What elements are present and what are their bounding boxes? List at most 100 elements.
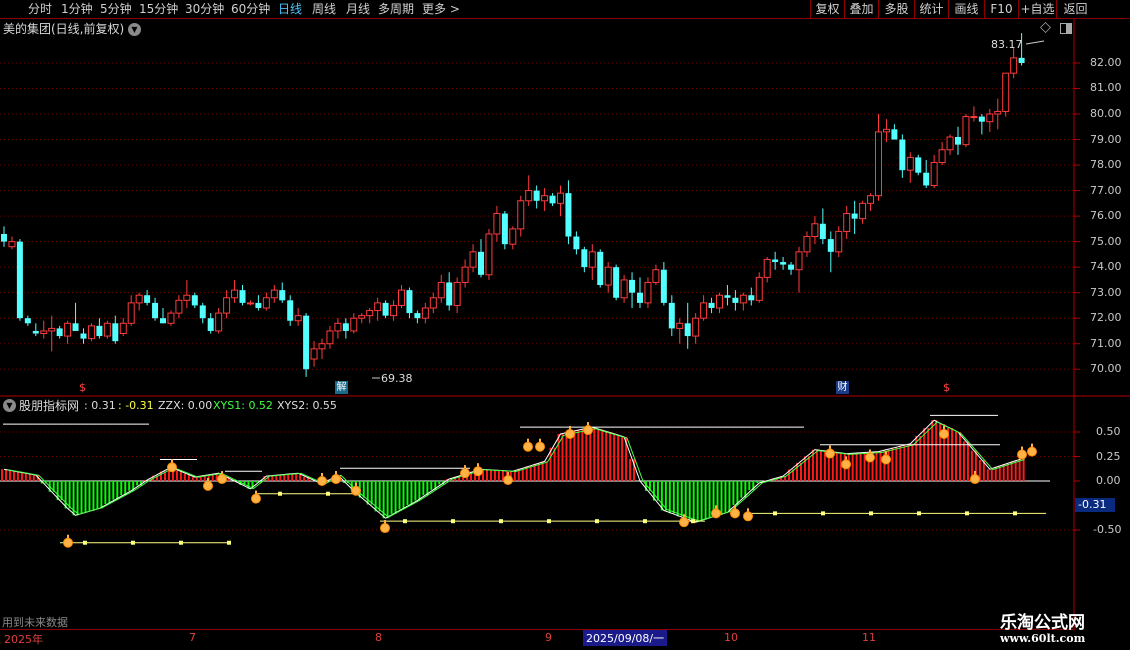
event-marker-jie[interactable]: 解 bbox=[335, 381, 348, 394]
candle-body-up bbox=[421, 307, 429, 319]
candle-body-up bbox=[398, 289, 405, 306]
candle-body-up bbox=[843, 213, 851, 232]
candle-body-down bbox=[891, 129, 898, 140]
indicator-value-2: : -0.31 bbox=[118, 399, 154, 412]
candle-body-up bbox=[350, 317, 358, 332]
hand-signal-icon[interactable] bbox=[380, 520, 390, 534]
level-dot bbox=[965, 511, 969, 516]
candle-body-down bbox=[684, 323, 691, 337]
candle-body-up bbox=[135, 294, 143, 304]
candle-body-up bbox=[906, 156, 914, 171]
hand-signal-icon[interactable] bbox=[865, 449, 875, 463]
price-tick-label: 71.00 bbox=[1090, 336, 1122, 350]
hand-signal-icon[interactable] bbox=[523, 438, 533, 452]
candle-body-up bbox=[986, 113, 994, 123]
price-chart[interactable] bbox=[0, 0, 1130, 650]
level-dot bbox=[773, 511, 777, 516]
candle-body-up bbox=[453, 281, 461, 306]
candle-body-up bbox=[692, 317, 700, 337]
hand-signal-icon[interactable] bbox=[251, 490, 261, 504]
level-dot bbox=[499, 519, 503, 524]
indicator-zzx: ZZX: 0.00 bbox=[158, 399, 213, 412]
hand-signal-icon[interactable] bbox=[565, 425, 575, 439]
candle-body-down bbox=[501, 213, 508, 245]
candle-body-down bbox=[207, 318, 214, 331]
candle-body-up bbox=[938, 149, 946, 164]
candle-body-down bbox=[446, 282, 453, 306]
candle-body-down bbox=[144, 295, 151, 303]
chevron-down-icon[interactable]: ▼ bbox=[3, 399, 16, 412]
hand-signal-icon[interactable] bbox=[63, 534, 73, 548]
candle-body-down bbox=[613, 267, 620, 298]
candle-body-down bbox=[660, 269, 667, 303]
hand-signal-icon[interactable] bbox=[535, 438, 545, 452]
level-dot bbox=[1013, 511, 1017, 516]
event-marker-cai[interactable]: 财 bbox=[836, 381, 849, 394]
candle-body-up bbox=[429, 297, 437, 309]
future-data-note: 用到未来数据 bbox=[2, 616, 68, 629]
candle-body-up bbox=[223, 297, 231, 314]
hand-signal-icon[interactable] bbox=[1027, 443, 1037, 457]
candle-body-down bbox=[191, 295, 198, 306]
candle-body-down bbox=[24, 318, 31, 324]
hand-signal-icon[interactable] bbox=[583, 422, 593, 436]
candle-body-down bbox=[780, 262, 787, 265]
candle-body-up bbox=[437, 281, 445, 299]
candle-body-down bbox=[597, 251, 604, 286]
candle-body-up bbox=[87, 325, 95, 340]
candle-body-up bbox=[1010, 57, 1018, 74]
candle-body-up bbox=[358, 315, 366, 319]
candle-body-down bbox=[851, 213, 858, 219]
hand-signal-icon[interactable] bbox=[167, 459, 177, 473]
event-marker-dollar[interactable]: $ bbox=[943, 381, 950, 394]
event-marker-dollar[interactable]: $ bbox=[79, 381, 86, 394]
candle-body-down bbox=[56, 328, 63, 337]
indicator-tick-label: 0.25 bbox=[1096, 449, 1121, 463]
hand-signal-icon[interactable] bbox=[825, 445, 835, 459]
hand-signal-icon[interactable] bbox=[331, 471, 341, 485]
candle-body-up bbox=[294, 315, 302, 322]
candle-body-up bbox=[231, 289, 239, 299]
hand-signal-icon[interactable] bbox=[460, 465, 470, 479]
date-label: 2025年 bbox=[4, 633, 43, 646]
candle-body-up bbox=[485, 233, 493, 276]
hand-signal-icon[interactable] bbox=[743, 508, 753, 522]
level-dot bbox=[451, 519, 455, 524]
price-tick-label: 80.00 bbox=[1090, 107, 1122, 120]
candle-body-down bbox=[819, 223, 826, 240]
candle-body-down bbox=[827, 239, 834, 252]
hand-signal-icon[interactable] bbox=[1017, 446, 1027, 460]
candle-body-up bbox=[811, 223, 819, 238]
price-tick-label: 72.00 bbox=[1090, 311, 1122, 325]
candle-body-down bbox=[287, 300, 294, 321]
hand-signal-icon[interactable] bbox=[730, 505, 740, 519]
level-dot bbox=[547, 519, 551, 524]
candle-body-down bbox=[342, 323, 349, 331]
hand-signal-icon[interactable] bbox=[317, 473, 327, 486]
indicator-tick-label: 0.00 bbox=[1096, 474, 1121, 487]
candle-body-up bbox=[994, 110, 1002, 115]
candle-body-up bbox=[803, 236, 811, 253]
price-tick-label: 79.00 bbox=[1090, 132, 1122, 146]
candle-body-up bbox=[366, 310, 374, 317]
date-label: 7 bbox=[189, 631, 196, 644]
candle-body-down bbox=[899, 139, 906, 171]
price-tick-label: 82.00 bbox=[1090, 55, 1122, 69]
candle-body-up bbox=[310, 348, 318, 360]
price-tick-label: 73.00 bbox=[1090, 285, 1122, 299]
date-label: 11 bbox=[862, 631, 876, 644]
price-tick-label: 78.00 bbox=[1090, 158, 1122, 172]
indicator-tick-label: 0.50 bbox=[1096, 425, 1121, 438]
candle-body-down bbox=[637, 292, 643, 303]
hand-signal-icon[interactable] bbox=[473, 463, 483, 477]
high-pointer bbox=[1025, 40, 1045, 45]
level-dot bbox=[131, 540, 135, 545]
indicator-xys2: XYS2: 0.55 bbox=[277, 399, 337, 412]
date-label: 10 bbox=[724, 631, 738, 644]
candle-body-down bbox=[80, 333, 87, 339]
watermark-url: www.60lt.com bbox=[1000, 632, 1086, 645]
price-tick-label: 81.00 bbox=[1090, 81, 1122, 95]
candle-body-up bbox=[644, 281, 652, 304]
candle-body-up bbox=[64, 322, 72, 337]
candle-body-down bbox=[414, 313, 421, 319]
